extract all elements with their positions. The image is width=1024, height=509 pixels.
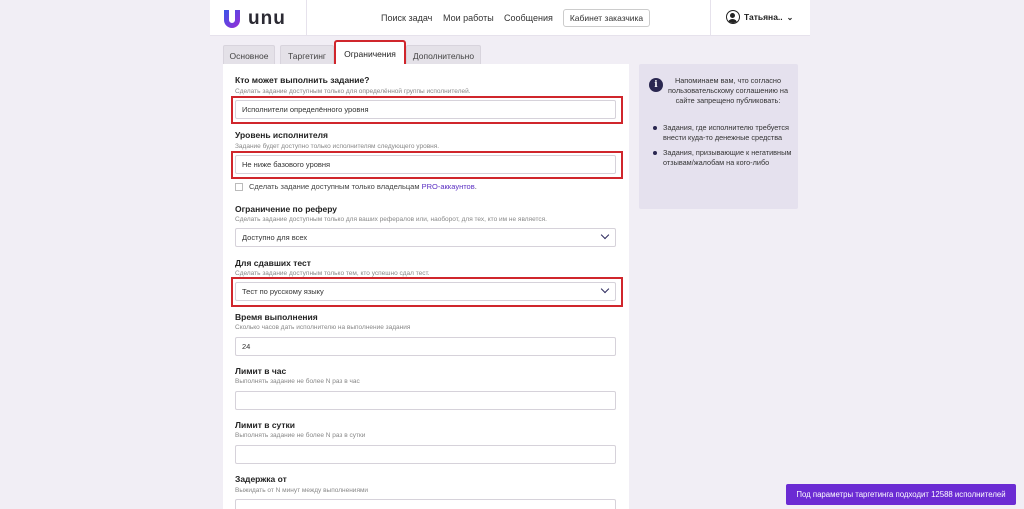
time-hint: Сколько часов дать исполнителю на выполн… [235, 324, 411, 331]
tab-targeting[interactable]: Таргетинг [280, 45, 334, 65]
header-divider [306, 0, 307, 36]
referer-value: Доступно для всех [242, 233, 308, 242]
who-label: Кто может выполнить задание? [235, 75, 370, 85]
referer-hint: Сделать задание доступным только для ваш… [235, 216, 547, 223]
pro-checkbox-row[interactable]: Сделать задание доступным только владель… [235, 182, 477, 191]
logo-icon [224, 10, 240, 28]
logo-text: unu [248, 8, 286, 29]
pro-checkbox[interactable] [235, 182, 243, 191]
nav-find-tasks[interactable]: Поиск задач [381, 13, 432, 23]
who-hint: Сделать задание доступным только для опр… [235, 88, 471, 95]
list-item: Задания, где исполнителю требуется внест… [653, 123, 793, 143]
customer-cabinet-button[interactable]: Кабинет заказчика [563, 9, 650, 27]
test-hint: Сделать задание доступным только тем, кт… [235, 270, 430, 277]
day-limit-hint: Выполнять задание не более N раз в сутки [235, 432, 366, 439]
avatar-icon [726, 10, 740, 24]
day-limit-input[interactable] [235, 445, 616, 464]
hour-limit-input[interactable] [235, 391, 616, 410]
nav-my-works[interactable]: Мои работы [443, 13, 494, 23]
level-label: Уровень исполнителя [235, 130, 328, 140]
targeting-count-banner[interactable]: Под параметры таргетинга подходит 12588 … [786, 484, 1016, 505]
highlight-box [231, 151, 623, 179]
level-hint: Задание будет доступно только исполнител… [235, 143, 440, 150]
tab-basic[interactable]: Основное [223, 45, 275, 65]
pro-accounts-link[interactable]: PRO-аккаунтов [422, 182, 475, 191]
referer-select[interactable]: Доступно для всех [235, 228, 616, 247]
pro-checkbox-label: Сделать задание доступным только владель… [249, 182, 477, 191]
day-limit-label: Лимит в сутки [235, 420, 296, 430]
test-label: Для сдавших тест [235, 258, 311, 268]
nav-messages[interactable]: Сообщения [504, 13, 553, 23]
tab-additional[interactable]: Дополнительно [406, 45, 481, 65]
list-item: Задания, призывающие к негативным отзыва… [653, 148, 793, 168]
chevron-down-icon [600, 230, 610, 240]
chevron-down-icon: ⌄ [786, 12, 794, 22]
hour-limit-label: Лимит в час [235, 366, 287, 376]
highlight-box [231, 277, 623, 307]
highlight-box [231, 96, 623, 124]
user-name: Татьяна.. [744, 12, 783, 22]
delay-hint: Выжидать от N минут между выполнениями [235, 487, 369, 494]
tab-restrictions[interactable]: Ограничения [334, 40, 406, 67]
info-list: Задания, где исполнителю требуется внест… [653, 123, 793, 173]
delay-input[interactable] [235, 499, 616, 509]
delay-label: Задержка от [235, 474, 287, 484]
time-label: Время выполнения [235, 312, 318, 322]
time-value: 24 [242, 342, 251, 351]
info-notice: i Напоминаем вам, что согласно пользоват… [639, 64, 798, 209]
info-intro: Напоминаем вам, что согласно пользовател… [667, 76, 789, 105]
time-input[interactable]: 24 [235, 337, 616, 356]
referer-label: Ограничение по реферу [235, 204, 338, 214]
user-menu[interactable]: Татьяна.. ⌄ [726, 10, 793, 24]
hour-limit-hint: Выполнять задание не более N раз в час [235, 378, 360, 385]
logo[interactable]: unu [222, 8, 286, 30]
